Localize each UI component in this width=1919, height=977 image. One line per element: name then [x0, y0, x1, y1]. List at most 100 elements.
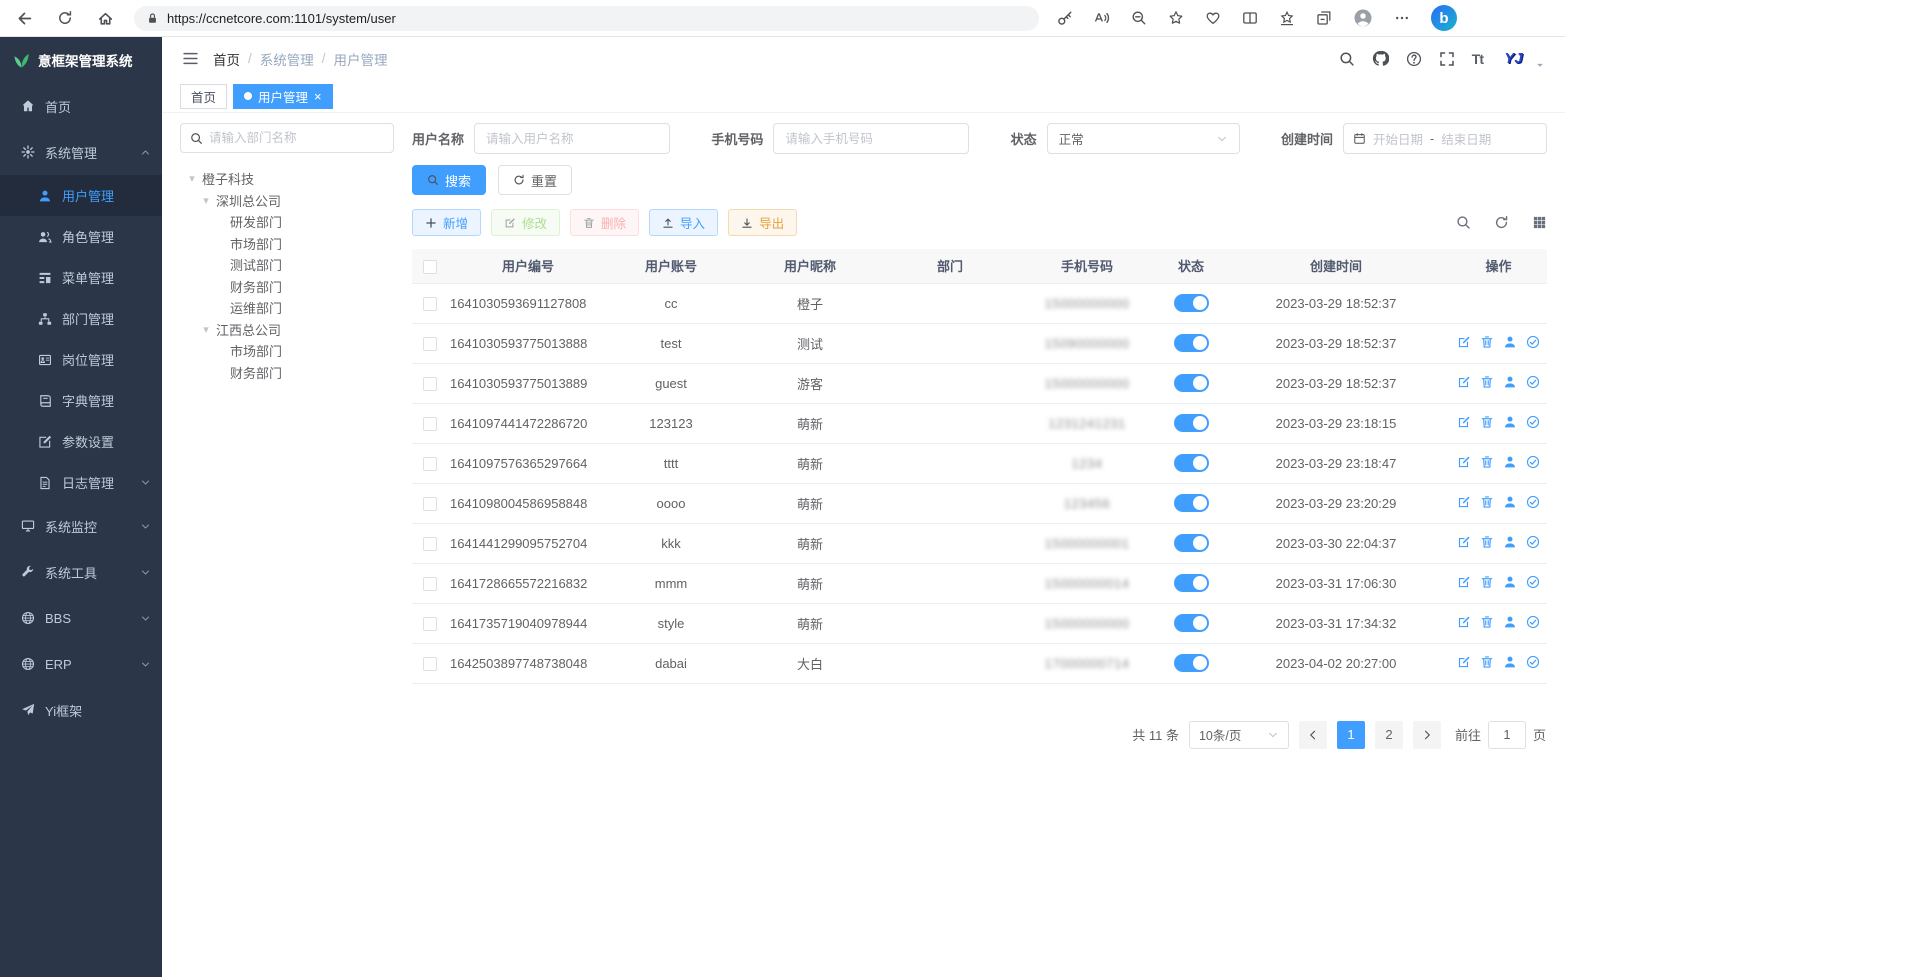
row-delete-icon[interactable]: [1480, 415, 1494, 429]
status-toggle[interactable]: [1174, 294, 1209, 312]
row-delete-icon[interactable]: [1480, 535, 1494, 549]
row-checkbox[interactable]: [423, 457, 437, 471]
row-assign-role-icon[interactable]: [1526, 335, 1540, 349]
reload-icon[interactable]: [57, 10, 73, 26]
search-button[interactable]: 搜索: [412, 165, 486, 195]
row-reset-password-icon[interactable]: [1503, 455, 1517, 469]
row-checkbox[interactable]: [423, 377, 437, 391]
row-edit-icon[interactable]: [1457, 455, 1471, 469]
row-checkbox[interactable]: [423, 337, 437, 351]
zoom-out-icon[interactable]: [1131, 10, 1147, 26]
favorite-star-icon[interactable]: [1168, 10, 1184, 26]
reset-button[interactable]: 重置: [498, 165, 572, 195]
tree-node[interactable]: 市场部门: [180, 340, 394, 362]
row-reset-password-icon[interactable]: [1503, 655, 1517, 669]
sidebar-item-3[interactable]: 角色管理: [0, 216, 162, 257]
row-assign-role-icon[interactable]: [1526, 415, 1540, 429]
tree-node[interactable]: 运维部门: [180, 297, 394, 319]
sidebar-item-13[interactable]: ERP: [0, 641, 162, 687]
row-delete-icon[interactable]: [1480, 655, 1494, 669]
column-settings-icon[interactable]: [1532, 215, 1547, 230]
row-edit-icon[interactable]: [1457, 615, 1471, 629]
row-edit-icon[interactable]: [1457, 655, 1471, 669]
status-toggle[interactable]: [1174, 494, 1209, 512]
browser-profile-icon[interactable]: [1353, 8, 1373, 28]
sidebar-item-8[interactable]: 参数设置: [0, 421, 162, 462]
page-tab-0[interactable]: 首页: [180, 84, 227, 109]
export-button[interactable]: 导出: [728, 209, 797, 236]
row-checkbox[interactable]: [423, 297, 437, 311]
back-icon[interactable]: [16, 10, 33, 27]
row-edit-icon[interactable]: [1457, 575, 1471, 589]
bing-icon[interactable]: b: [1431, 5, 1457, 31]
status-toggle[interactable]: [1174, 334, 1209, 352]
row-reset-password-icon[interactable]: [1503, 535, 1517, 549]
sidebar-item-7[interactable]: 字典管理: [0, 380, 162, 421]
page-button-1[interactable]: 1: [1337, 721, 1365, 749]
row-delete-icon[interactable]: [1480, 455, 1494, 469]
status-toggle[interactable]: [1174, 654, 1209, 672]
prev-page-button[interactable]: [1299, 721, 1327, 749]
header-search-icon[interactable]: [1339, 51, 1355, 67]
sidebar-item-2[interactable]: 用户管理: [0, 175, 162, 216]
tree-expand-caret-icon[interactable]: ▾: [200, 194, 212, 207]
github-icon[interactable]: [1372, 50, 1389, 67]
next-page-button[interactable]: [1413, 721, 1441, 749]
row-checkbox[interactable]: [423, 537, 437, 551]
username-input[interactable]: [486, 132, 658, 146]
page-button-2[interactable]: 2: [1375, 721, 1403, 749]
row-assign-role-icon[interactable]: [1526, 575, 1540, 589]
tree-node[interactable]: 财务部门: [180, 362, 394, 384]
refresh-table-icon[interactable]: [1494, 215, 1509, 230]
avatar-caret-icon[interactable]: [1535, 60, 1545, 70]
tree-node[interactable]: 测试部门: [180, 254, 394, 276]
collapse-sidebar-icon[interactable]: [182, 50, 199, 67]
select-all-checkbox[interactable]: [423, 260, 437, 274]
user-avatar[interactable]: YJ: [1500, 45, 1527, 72]
sidebar-item-9[interactable]: 日志管理: [0, 462, 162, 503]
browser-essentials-icon[interactable]: [1205, 10, 1221, 26]
tree-node[interactable]: 研发部门: [180, 211, 394, 233]
font-size-icon[interactable]: Tt: [1472, 51, 1483, 67]
edit-button[interactable]: 修改: [491, 209, 560, 236]
browser-menu-dots-icon[interactable]: [1394, 10, 1410, 26]
row-checkbox[interactable]: [423, 497, 437, 511]
row-checkbox[interactable]: [423, 617, 437, 631]
row-reset-password-icon[interactable]: [1503, 575, 1517, 589]
row-assign-role-icon[interactable]: [1526, 455, 1540, 469]
tree-node[interactable]: 财务部门: [180, 276, 394, 298]
row-reset-password-icon[interactable]: [1503, 335, 1517, 349]
tree-node[interactable]: 市场部门: [180, 233, 394, 255]
page-size-select[interactable]: 10条/页: [1189, 721, 1289, 749]
sidebar-item-12[interactable]: BBS: [0, 595, 162, 641]
sidebar-item-11[interactable]: 系统工具: [0, 549, 162, 595]
row-checkbox[interactable]: [423, 577, 437, 591]
row-edit-icon[interactable]: [1457, 495, 1471, 509]
import-button[interactable]: 导入: [649, 209, 718, 236]
breadcrumb-item-2[interactable]: 用户管理: [334, 49, 388, 69]
row-edit-icon[interactable]: [1457, 335, 1471, 349]
date-range-picker[interactable]: 开始日期 - 结束日期: [1343, 123, 1547, 154]
status-toggle[interactable]: [1174, 414, 1209, 432]
favorites-bar-icon[interactable]: [1279, 10, 1295, 26]
add-button[interactable]: 新增: [412, 209, 481, 236]
toggle-search-icon[interactable]: [1456, 215, 1471, 230]
url-text[interactable]: https://ccnetcore.com:1101/system/user: [167, 11, 396, 26]
row-reset-password-icon[interactable]: [1503, 495, 1517, 509]
row-assign-role-icon[interactable]: [1526, 375, 1540, 389]
row-edit-icon[interactable]: [1457, 375, 1471, 389]
row-delete-icon[interactable]: [1480, 375, 1494, 389]
tree-expand-caret-icon[interactable]: ▾: [186, 172, 198, 185]
row-delete-icon[interactable]: [1480, 575, 1494, 589]
tree-node[interactable]: ▾江西总公司: [180, 319, 394, 341]
page-tab-1[interactable]: 用户管理×: [233, 84, 333, 109]
password-key-icon[interactable]: [1057, 10, 1073, 26]
sidebar-item-4[interactable]: 菜单管理: [0, 257, 162, 298]
browser-home-icon[interactable]: [97, 10, 114, 27]
tree-node[interactable]: ▾深圳总公司: [180, 190, 394, 212]
row-delete-icon[interactable]: [1480, 615, 1494, 629]
row-reset-password-icon[interactable]: [1503, 375, 1517, 389]
status-toggle[interactable]: [1174, 614, 1209, 632]
sidebar-item-6[interactable]: 岗位管理: [0, 339, 162, 380]
sidebar-item-1[interactable]: 系统管理: [0, 129, 162, 175]
